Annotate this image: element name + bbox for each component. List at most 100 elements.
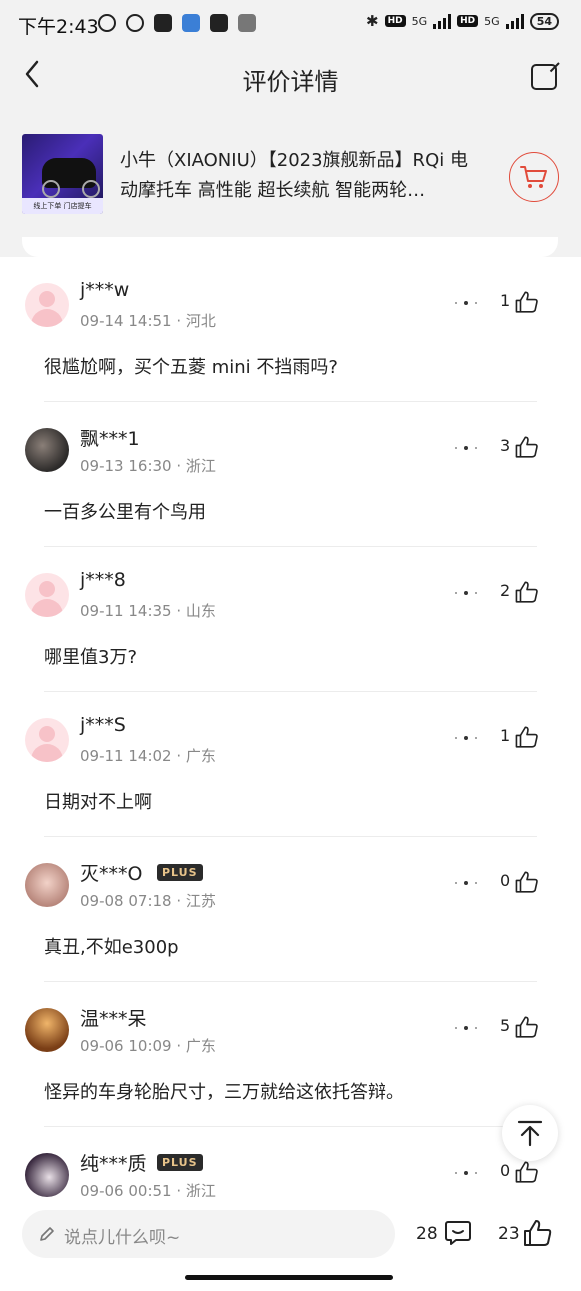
comment-like-button[interactable] [514, 724, 540, 754]
avatar[interactable] [25, 283, 69, 327]
status-time: 下午2:43 [18, 16, 99, 38]
comment-input[interactable]: 说点儿什么呗~ [22, 1210, 395, 1258]
status-notification-icons [98, 14, 256, 32]
comment-meta: 09-11 14:02 · 广东 [80, 747, 216, 765]
comment-meta: 09-13 16:30 · 浙江 [80, 457, 216, 475]
share-button[interactable] [531, 64, 557, 90]
product-title[interactable]: 小牛（XIAONIU）【2023旗舰新品】RQi 电动摩托车 高性能 超长续航 … [120, 146, 485, 206]
network-label: 5G [411, 14, 428, 28]
comment-like-button[interactable] [514, 1159, 540, 1189]
alarm-icon [126, 14, 144, 32]
comment-list[interactable]: j***w 09-14 14:51 · 河北 1 很尴尬啊，买个五菱 mini 不挡雨… [0, 257, 581, 1197]
more-options-icon[interactable] [455, 727, 481, 747]
status-bar: 下午2:43 ✱ HD 5G HD 5G 54 [0, 0, 581, 48]
avatar[interactable] [25, 1153, 69, 1197]
comment-item[interactable]: 灭***O PLUS 09-08 07:18 · 江苏 0 真丑,不如e300p [0, 837, 581, 982]
thumbs-up-icon [524, 1220, 552, 1246]
nfc-icon [154, 14, 172, 32]
add-to-cart-button[interactable] [509, 152, 559, 202]
avatar[interactable] [25, 718, 69, 762]
more-options-icon[interactable] [455, 872, 481, 892]
more-options-icon[interactable] [455, 292, 481, 312]
comment-username[interactable]: 温***呆 [80, 1004, 147, 1031]
comment-item[interactable]: 纯***质 PLUS 09-06 00:51 · 浙江 0 [0, 1127, 581, 1197]
avatar[interactable] [25, 573, 69, 617]
plus-badge: PLUS [157, 1154, 203, 1171]
home-indicator[interactable] [185, 1275, 393, 1280]
comment-text: 哪里值3万? [44, 647, 138, 668]
comment-username[interactable]: 飘***1 [80, 424, 140, 451]
avatar[interactable] [25, 863, 69, 907]
comment-meta: 09-06 00:51 · 浙江 [80, 1182, 216, 1197]
comment-like-count: 0 [500, 1161, 511, 1180]
comment-input-placeholder: 说点儿什么呗~ [64, 1228, 181, 1248]
thumbs-up-icon [515, 1161, 538, 1183]
thumbs-up-icon [515, 291, 538, 313]
comment-username[interactable]: 纯***质 [80, 1149, 147, 1176]
wheel [82, 180, 100, 198]
comment-item[interactable]: j***8 09-11 14:35 · 山东 2 哪里值3万? [0, 547, 581, 692]
network-label: 5G [484, 14, 500, 28]
comment-item[interactable]: 飘***1 09-13 16:30 · 浙江 3 一百多公里有个鸟用 [0, 402, 581, 547]
comment-item[interactable]: 温***呆 09-06 10:09 · 广东 5 怪异的车身轮胎尺寸，三万就给这依托答… [0, 982, 581, 1127]
comment-meta: 09-14 14:51 · 河北 [80, 312, 216, 330]
comment-count: 28 [416, 1224, 438, 1244]
cart-icon [520, 166, 547, 188]
comment-meta: 09-08 07:18 · 江苏 [80, 892, 216, 910]
avatar[interactable] [25, 1008, 69, 1052]
product-thumbnail[interactable]: 线上下单 门店提车 [22, 134, 103, 214]
page-header: 评价详情 [0, 48, 581, 108]
comment-item[interactable]: j***S 09-11 14:02 · 广东 1 日期对不上啊 [0, 692, 581, 837]
more-options-icon[interactable] [455, 437, 481, 457]
comment-text: 一百多公里有个鸟用 [44, 502, 206, 523]
comment-like-count: 5 [500, 1016, 511, 1035]
like-count: 23 [498, 1224, 520, 1244]
comment-like-button[interactable] [514, 434, 540, 464]
comment-text: 日期对不上啊 [44, 792, 152, 813]
moon-icon [98, 14, 116, 32]
hd-icon: HD [384, 15, 406, 27]
comment-like-button[interactable] [514, 1014, 540, 1044]
pencil-icon [40, 1227, 54, 1241]
comment-like-count: 1 [500, 726, 511, 745]
bluetooth-icon: ✱ [366, 12, 379, 30]
product-card-edge [22, 237, 558, 257]
battery-indicator: 54 [529, 12, 559, 30]
thumbs-up-icon [515, 436, 538, 458]
more-options-icon[interactable] [455, 1017, 481, 1037]
comment-button[interactable] [444, 1219, 472, 1251]
comment-like-count: 3 [500, 436, 511, 455]
thumbnail-caption: 线上下单 门店提车 [22, 198, 103, 214]
comment-meta: 09-11 14:35 · 山东 [80, 602, 216, 620]
thumbs-up-icon [515, 726, 538, 748]
comment-username[interactable]: j***8 [80, 569, 126, 591]
comment-like-button[interactable] [514, 579, 540, 609]
plus-badge: PLUS [157, 864, 203, 881]
comment-icon [445, 1221, 471, 1245]
app-notification-icon [182, 14, 200, 32]
comment-like-count: 1 [500, 291, 511, 310]
book-icon [238, 14, 256, 32]
comment-username[interactable]: j***S [80, 714, 126, 736]
comment-text: 真丑,不如e300p [44, 937, 179, 958]
bottom-bar: 说点儿什么呗~ 28 23 [0, 1197, 581, 1291]
avatar[interactable] [25, 428, 69, 472]
back-to-top-button[interactable] [502, 1105, 558, 1161]
signal-icon [433, 13, 452, 29]
app-notification-icon [210, 14, 228, 32]
arrow-up-icon [517, 1120, 543, 1147]
product-summary[interactable]: 线上下单 门店提车 小牛（XIAONIU）【2023旗舰新品】RQi 电动摩托车… [0, 118, 581, 236]
more-options-icon[interactable] [455, 582, 481, 602]
comment-like-button[interactable] [514, 289, 540, 319]
comment-text: 很尴尬啊，买个五菱 mini 不挡雨吗? [44, 357, 338, 378]
more-options-icon[interactable] [455, 1162, 481, 1182]
comment-like-button[interactable] [514, 869, 540, 899]
comment-username[interactable]: j***w [80, 279, 129, 301]
comment-item[interactable]: j***w 09-14 14:51 · 河北 1 很尴尬啊，买个五菱 mini 不挡雨… [0, 257, 581, 402]
comment-username[interactable]: 灭***O [80, 859, 142, 886]
like-button[interactable] [522, 1217, 554, 1253]
thumbs-up-icon [515, 1016, 538, 1038]
thumbs-up-icon [515, 581, 538, 603]
thumbs-up-icon [515, 871, 538, 893]
hd-icon: HD [457, 15, 479, 27]
